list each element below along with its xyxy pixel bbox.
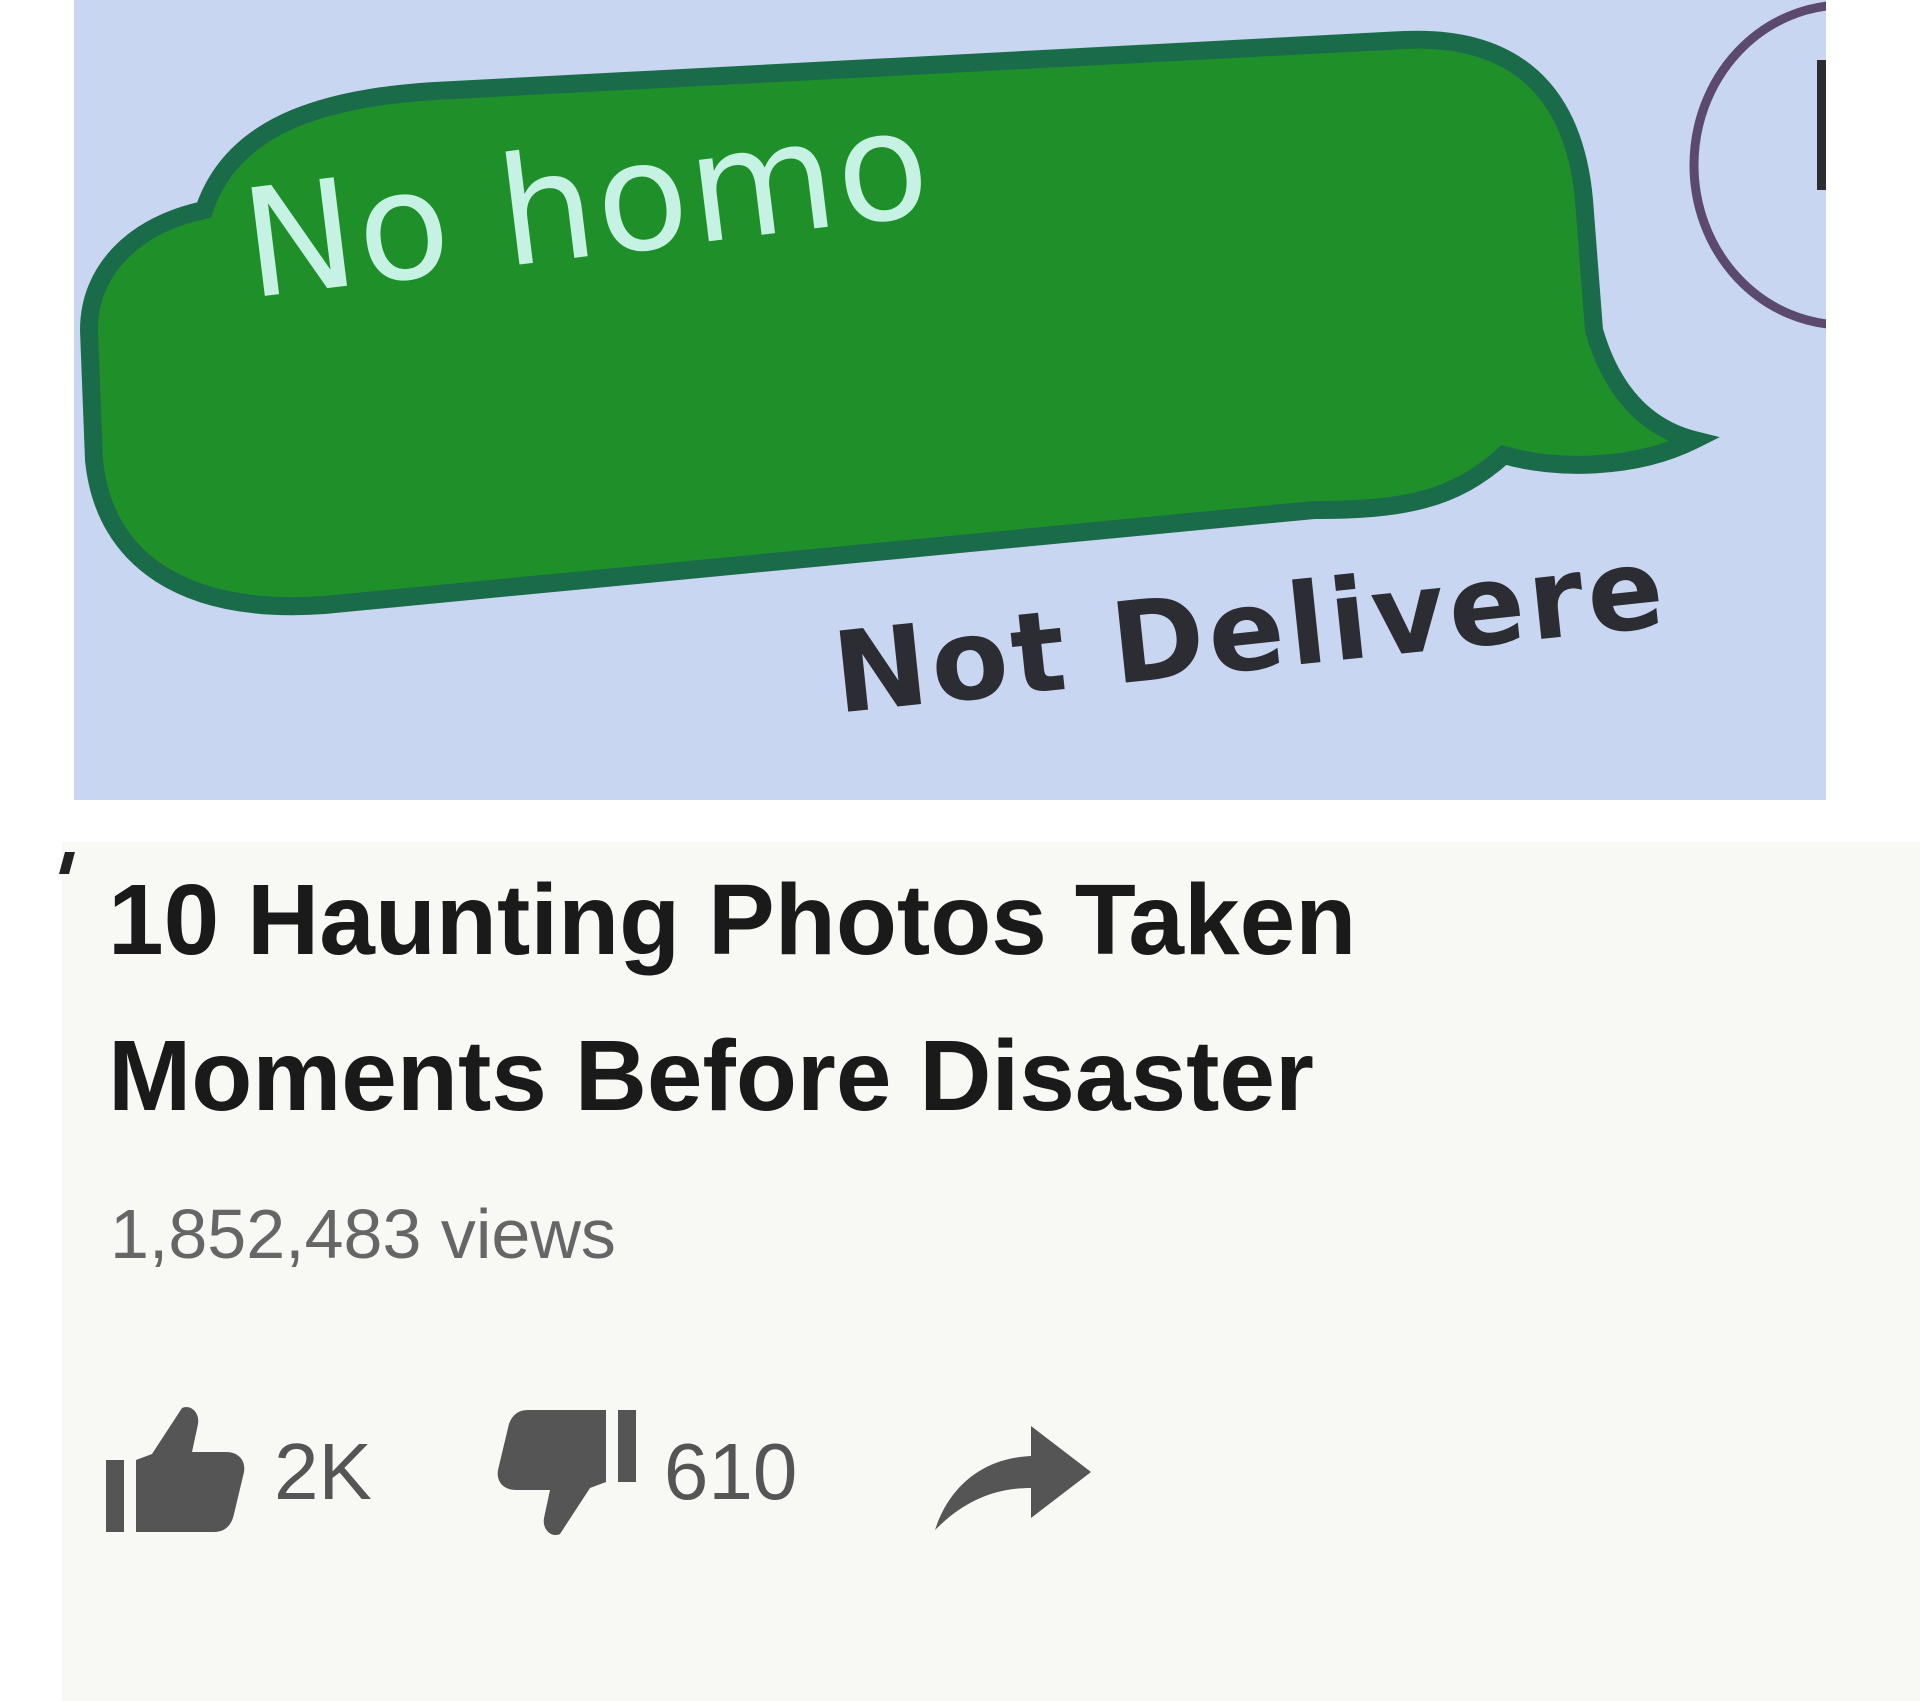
like-count: 2K (274, 1427, 372, 1516)
thumbs-down-icon (497, 1410, 636, 1536)
exclamation-circle-icon[interactable] (1674, 0, 1826, 330)
view-count: 1,852,483 views (110, 1195, 616, 1273)
video-actions: 2K 610 (102, 1402, 1097, 1542)
clipped-glyph (59, 852, 75, 874)
like-button[interactable]: 2K (102, 1402, 372, 1542)
video-title-line-2: Moments Before Disaster (108, 1020, 1314, 1132)
video-title-line-1: 10 Haunting Photos Taken (108, 864, 1357, 976)
thumbs-up-icon (106, 1406, 245, 1532)
share-arrow-icon (935, 1426, 1092, 1530)
share-button[interactable] (927, 1402, 1097, 1542)
dislike-count: 610 (663, 1427, 798, 1516)
sms-screenshot-panel: No homo Not Delivere (74, 0, 1826, 800)
video-title: 10 Haunting Photos Taken Moments Before … (108, 842, 1708, 1154)
dislike-button[interactable]: 610 (492, 1402, 797, 1542)
video-info-panel: 10 Haunting Photos Taken Moments Before … (59, 842, 1920, 1701)
